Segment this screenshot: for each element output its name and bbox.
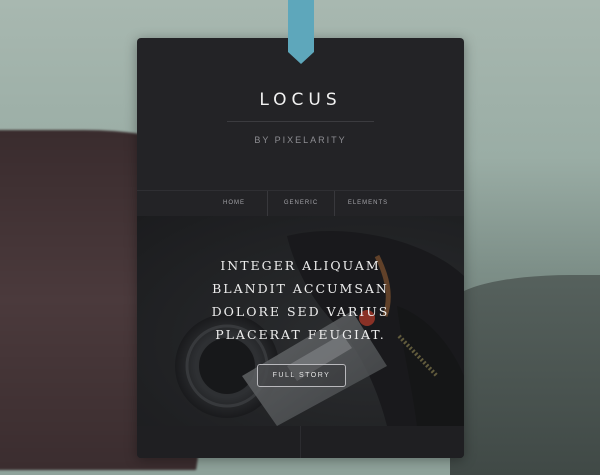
strip-divider bbox=[300, 426, 301, 458]
nav-item-generic[interactable]: GENERIC bbox=[268, 191, 335, 216]
content-strip bbox=[137, 426, 464, 458]
site-byline: BY PIXELARITY bbox=[254, 135, 347, 145]
page-card: LOCUS BY PIXELARITY HOME GENERIC ELEMENT… bbox=[137, 38, 464, 458]
hero-line: BLANDIT ACCUMSAN bbox=[212, 281, 389, 296]
bookmark-ribbon-icon bbox=[288, 0, 314, 64]
nav-item-elements[interactable]: ELEMENTS bbox=[335, 191, 401, 216]
main-nav: HOME GENERIC ELEMENTS bbox=[137, 190, 464, 217]
full-story-button[interactable]: FULL STORY bbox=[257, 364, 346, 387]
site-logo-title[interactable]: LOCUS bbox=[137, 90, 464, 110]
hero-line: DOLORE SED VARIUS bbox=[211, 304, 390, 319]
hero-line: INTEGER ALIQUAM bbox=[220, 258, 381, 273]
hero-headline: INTEGER ALIQUAM BLANDIT ACCUMSAN DOLORE … bbox=[137, 254, 464, 346]
hero-banner: INTEGER ALIQUAM BLANDIT ACCUMSAN DOLORE … bbox=[137, 216, 464, 426]
background-hill-right bbox=[450, 275, 600, 475]
nav-item-home[interactable]: HOME bbox=[201, 191, 268, 216]
hero-line: PLACERAT FEUGIAT. bbox=[215, 327, 386, 342]
header-divider bbox=[227, 121, 374, 122]
